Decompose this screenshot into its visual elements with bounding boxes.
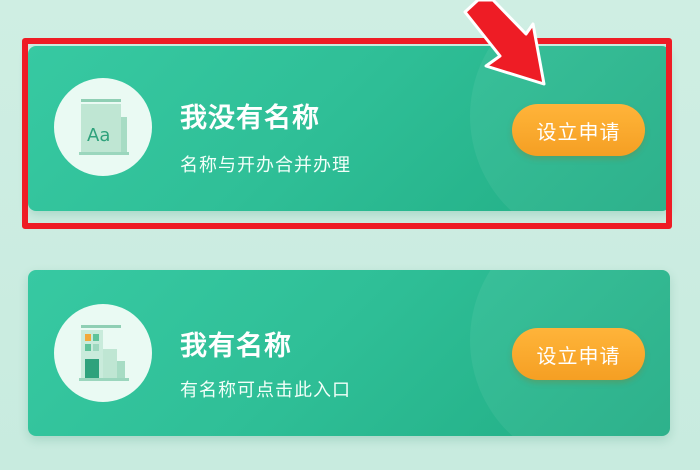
option-card-no-name[interactable]: Aa 我没有名称 名称与开办合并办理 设立申请 (28, 46, 670, 211)
option-title: 我没有名称 (180, 103, 320, 134)
svg-text:Aa: Aa (87, 125, 110, 146)
option-title: 我有名称 (180, 331, 292, 362)
option-subtitle: 有名称可点击此入口 (180, 380, 351, 401)
icon-badge (54, 304, 152, 402)
apply-button[interactable]: 设立申请 (512, 104, 645, 156)
page: Aa 我没有名称 名称与开办合并办理 设立申请 我有名称 有名称可点击此入口 设 (0, 0, 700, 470)
option-card-has-name[interactable]: 我有名称 有名称可点击此入口 设立申请 (28, 270, 670, 436)
option-subtitle: 名称与开办合并办理 (180, 155, 351, 176)
icon-badge: Aa (54, 78, 152, 176)
apply-button[interactable]: 设立申请 (512, 328, 645, 380)
building-icon (79, 325, 129, 381)
font-document-icon: Aa (79, 99, 129, 155)
